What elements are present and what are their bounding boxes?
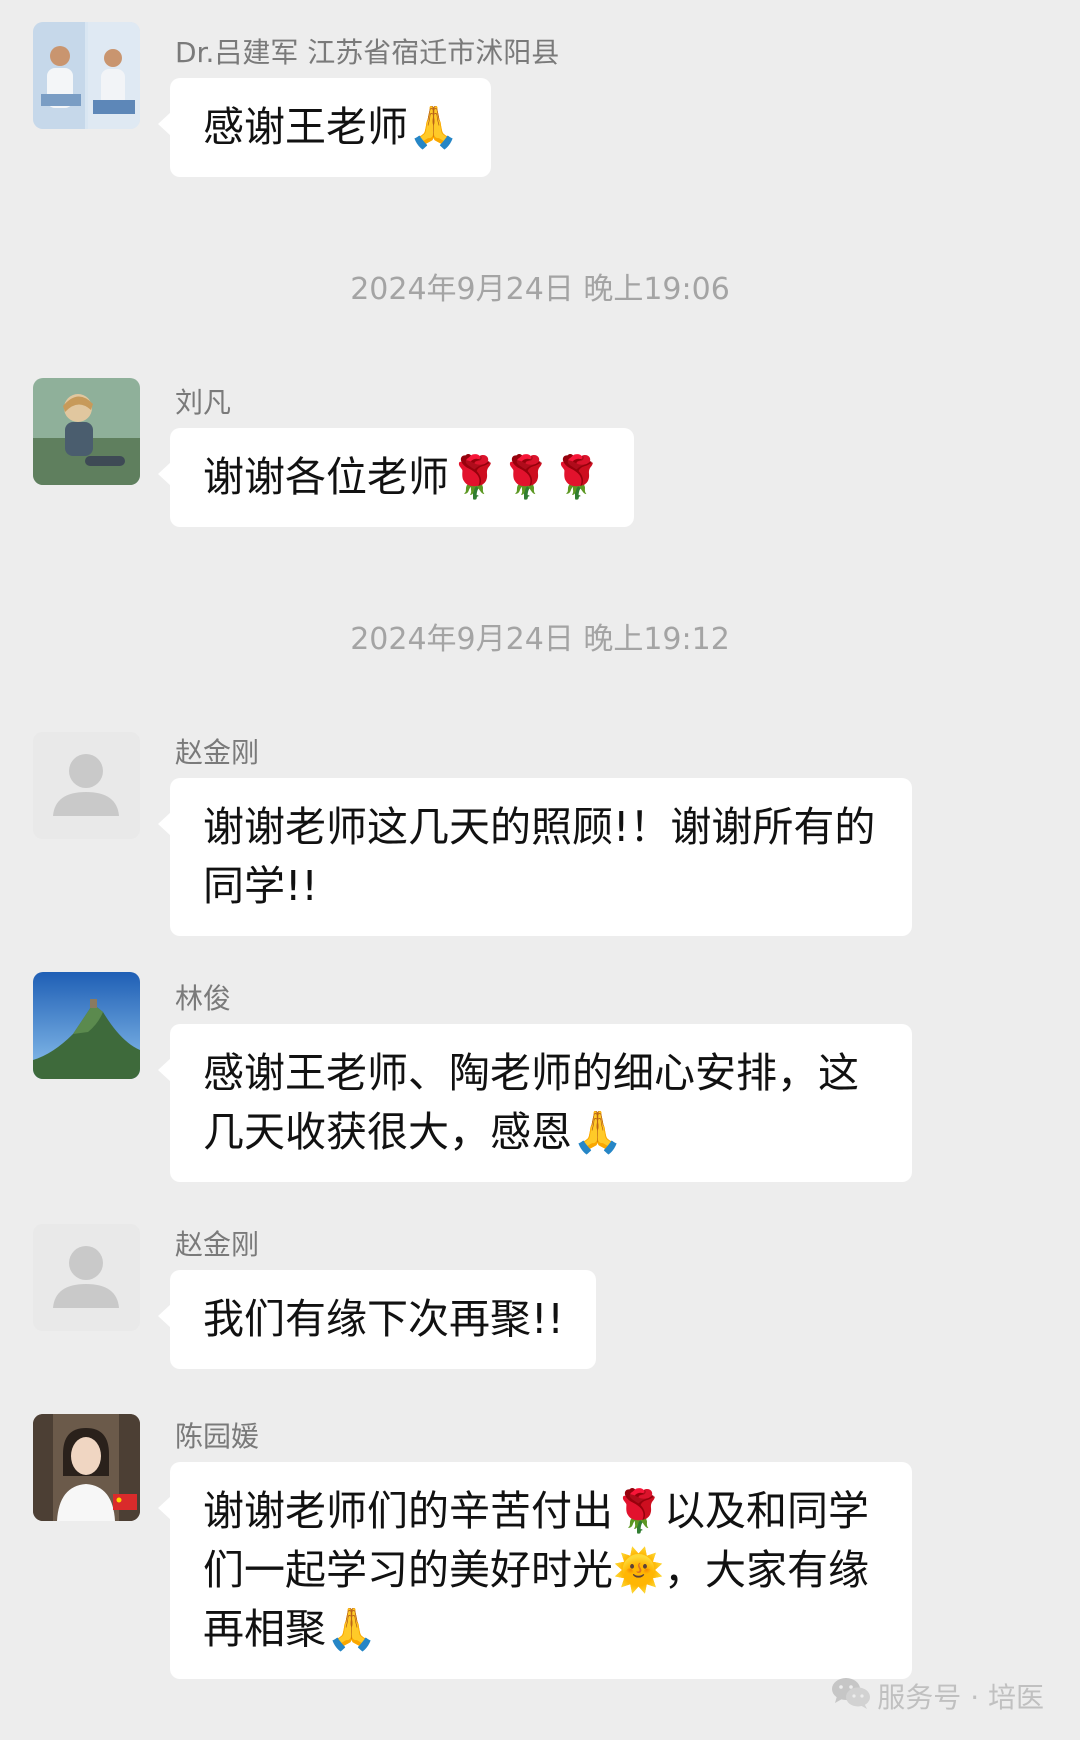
mountain-photo-avatar[interactable] bbox=[33, 972, 140, 1079]
child-photo-avatar[interactable] bbox=[33, 378, 140, 485]
message-bubble[interactable]: 谢谢老师们的辛苦付出🌹以及和同学们一起学习的美好时光🌞，大家有缘再相聚🙏 bbox=[158, 1462, 912, 1679]
sender-name: 赵金刚 bbox=[175, 736, 260, 769]
woman-photo-avatar[interactable] bbox=[33, 1414, 140, 1521]
sender-name: 刘凡 bbox=[175, 386, 232, 419]
timestamp: 2024年9月24日 晚上19:12 bbox=[350, 622, 730, 657]
default-person-avatar[interactable] bbox=[33, 732, 140, 839]
sender-name: Dr.吕建军 江苏省宿迁市沭阳县 bbox=[175, 36, 560, 69]
sender-name: 赵金刚 bbox=[175, 1228, 260, 1261]
message-bubble[interactable]: 我们有缘下次再聚!! bbox=[158, 1270, 596, 1369]
message-bubble[interactable]: 感谢王老师🙏 bbox=[157, 78, 492, 177]
timestamp: 2024年9月24日 晚上19:06 bbox=[350, 272, 730, 307]
message-bubble[interactable]: 谢谢各位老师🌹🌹🌹 bbox=[157, 428, 635, 527]
message-bubble[interactable]: 谢谢老师这几天的照顾!！谢谢所有的同学!! bbox=[158, 778, 912, 936]
message-bubble[interactable]: 感谢王老师、陶老师的细心安排，这几天收获很大，感恩🙏 bbox=[158, 1024, 912, 1182]
watermark: 服务号 · 培医 bbox=[831, 1676, 1044, 1719]
watermark-text: 服务号 · 培医 bbox=[877, 1680, 1044, 1714]
sender-name: 林俊 bbox=[175, 982, 232, 1015]
wechat-icon bbox=[831, 1676, 877, 1719]
sender-name: 陈园媛 bbox=[175, 1420, 260, 1453]
default-person-avatar[interactable] bbox=[33, 1224, 140, 1331]
doctor-photo-avatar[interactable] bbox=[33, 22, 140, 129]
